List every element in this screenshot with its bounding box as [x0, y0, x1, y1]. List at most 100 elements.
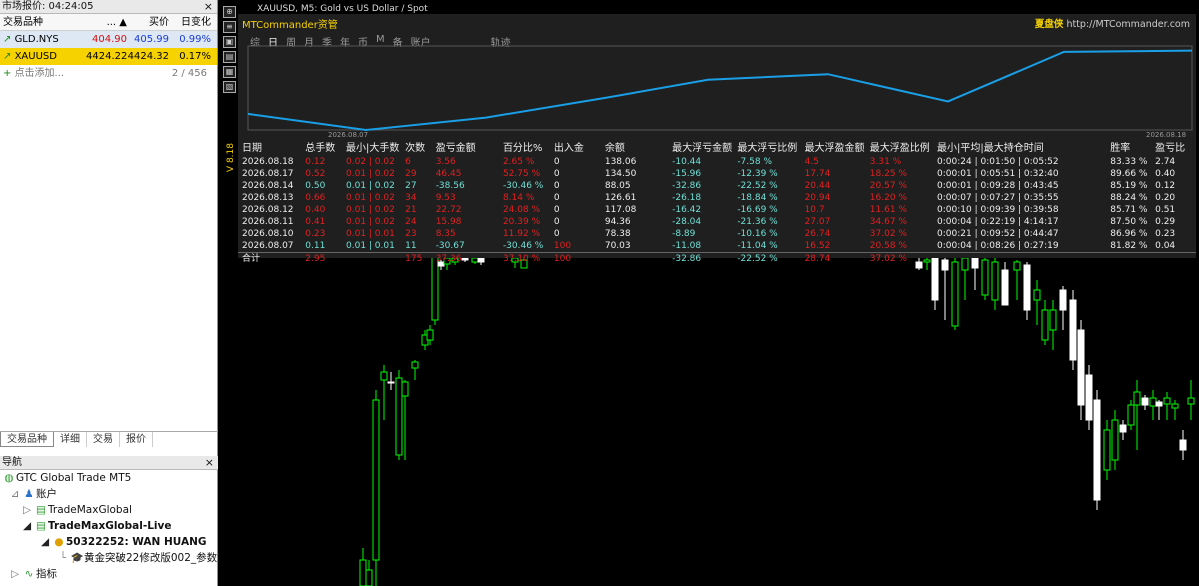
- nav-platform[interactable]: ◍ GTC Global Trade MT5: [0, 470, 218, 486]
- table-cell: 52.75 %: [502, 169, 541, 179]
- table-cell: 17.74: [804, 169, 831, 179]
- symbol-count: 2 / 456: [171, 68, 207, 79]
- table-cell: 22.72: [435, 205, 462, 215]
- table-cell: 83.33 %: [1110, 157, 1148, 167]
- col-header[interactable]: 总手数: [305, 142, 346, 156]
- table-row: 2026.08.17 0.52 0.01 | 0.02 29 46.45 52.75 % 0…: [238, 168, 1196, 180]
- table-cell: -30.46 %: [502, 241, 544, 251]
- candle-body: [380, 371, 388, 381]
- table-cell: 0:00:04 | 0:08:26 | 0:27:19: [937, 241, 1059, 251]
- table-cell: 2.65 %: [502, 157, 535, 167]
- close-icon[interactable]: ×: [205, 456, 214, 469]
- table-cell: -11.04 %: [737, 241, 778, 251]
- tab-details[interactable]: 详细: [54, 432, 87, 447]
- table-cell: -7.58 %: [737, 157, 773, 167]
- col-symbol[interactable]: 交易品种: [0, 14, 86, 30]
- col-header[interactable]: 最大浮亏金额: [672, 142, 737, 156]
- tab-trading[interactable]: 交易: [87, 432, 120, 447]
- candle-body: [1077, 329, 1085, 406]
- grid-icon[interactable]: ▦: [223, 66, 236, 78]
- table-header-row: 日期 总手数 最小|大手数 次数 盈亏金额 百分比% 出入金 余额 最大浮亏金额 最大浮亏比例 最大…: [238, 142, 1196, 156]
- table-cell: -12.39 %: [737, 169, 778, 179]
- col-header[interactable]: 日期: [238, 142, 305, 156]
- candle-body: [1069, 299, 1077, 361]
- quote-row-xauusd[interactable]: ↗ XAUUSD 4424.22 4424.32 0.17%: [0, 48, 217, 65]
- date-label-end: 2026.08.18: [1146, 131, 1187, 139]
- collapse-icon: ⊿: [10, 488, 20, 500]
- table-cell: 2026.08.18: [242, 157, 294, 167]
- nav-account-user[interactable]: ◢ ● 50322252: WAN HUANG: [0, 534, 218, 550]
- col-bid[interactable]: ... ▲: [86, 14, 127, 30]
- table-cell: 0.11: [305, 241, 326, 251]
- table-cell: 11: [405, 241, 417, 251]
- table-cell: 0: [553, 205, 560, 215]
- nav-server-trademaxglobal[interactable]: ▷ ▤ TradeMaxGlobal: [0, 502, 218, 518]
- tree-branch-icon: └: [59, 552, 67, 564]
- col-header[interactable]: 最小|平均|最大持仓时间: [937, 142, 1110, 156]
- table-cell: 85.71 %: [1110, 205, 1148, 215]
- table-cell: -32.86: [672, 181, 702, 191]
- col-ask[interactable]: 买价: [127, 14, 169, 30]
- nav-accounts[interactable]: ⊿ ♟ 账户: [0, 486, 218, 502]
- col-header[interactable]: 最小|大手数: [346, 142, 405, 156]
- table-cell: 0: [553, 229, 560, 239]
- table-row: 2026.08.10 0.23 0.01 | 0.01 23 8.35 11.92 % 0 7…: [238, 228, 1196, 240]
- total-cell: -22.52 %: [737, 252, 805, 265]
- col-change[interactable]: 日变化: [169, 14, 214, 30]
- total-cell: 2.95: [305, 252, 347, 265]
- table-cell: 46.45: [435, 169, 462, 179]
- total-cell: 28.74: [804, 252, 870, 265]
- quote-row-gld[interactable]: ↗ GLD.NYS 404.90 405.99 0.99%: [0, 31, 217, 48]
- table-cell: -26.18: [672, 193, 702, 203]
- change-cell: 0.17%: [179, 51, 211, 62]
- table-cell: -10.16 %: [737, 229, 778, 239]
- col-header[interactable]: 最大浮盈金额: [805, 142, 870, 156]
- table-cell: 20.58 %: [869, 241, 907, 251]
- menu-icon[interactable]: ≡: [223, 21, 236, 33]
- nav-indicators[interactable]: ▷ ∿ 指标: [0, 566, 218, 582]
- add-symbol-row[interactable]: + 点击添加... 2 / 456: [0, 65, 217, 82]
- col-header[interactable]: 出入金: [554, 142, 605, 156]
- candle-body: [1023, 264, 1031, 311]
- market-watch-title-text: 市场报价: 04:24:05: [2, 1, 94, 12]
- col-header[interactable]: 次数: [405, 142, 436, 156]
- ask-cell: 4424.32: [127, 51, 169, 62]
- total-cell: [346, 252, 406, 265]
- total-cell: [1110, 252, 1156, 265]
- nav-expert-advisor[interactable]: └ 🎓黄金突破22修改版002_参数增: [0, 550, 228, 566]
- arrow-up-icon: ↗: [3, 51, 15, 62]
- col-header[interactable]: 盈亏比: [1155, 142, 1196, 156]
- table-cell: 0.01 | 0.02: [346, 181, 395, 191]
- layers-icon[interactable]: ▧: [223, 81, 236, 93]
- total-cell: 37.02 %: [869, 252, 938, 265]
- window-icon[interactable]: ▣: [223, 36, 236, 48]
- candle-body: [1049, 309, 1057, 331]
- total-cell: 175: [405, 252, 436, 265]
- candle-body: [991, 261, 999, 301]
- tab-symbols[interactable]: 交易品种: [0, 432, 54, 447]
- col-header[interactable]: 余额: [605, 142, 672, 156]
- table-cell: 0.66: [305, 193, 326, 203]
- col-header[interactable]: 最大浮盈比例: [870, 142, 937, 156]
- candle-body: [395, 377, 403, 456]
- close-icon[interactable]: ×: [204, 0, 213, 13]
- table-cell: -21.36 %: [737, 217, 778, 227]
- symbol-cell: ↗ XAUUSD: [3, 51, 57, 62]
- ask-cell: 405.99: [134, 34, 169, 45]
- version-tab[interactable]: V 8.18: [226, 143, 236, 172]
- col-header[interactable]: 盈亏金额: [436, 142, 503, 156]
- table-cell: 0.01 | 0.02: [346, 169, 395, 179]
- nav-server-live[interactable]: ◢ ▤ TradeMaxGlobal-Live: [0, 518, 218, 534]
- candle-body: [1103, 429, 1111, 471]
- tab-ticks[interactable]: 报价: [120, 432, 153, 447]
- table-row: 2026.08.07 0.11 0.01 | 0.01 11 -30.67 -30.46 …: [238, 240, 1196, 253]
- total-cell: 37.10 %: [502, 252, 554, 265]
- col-header[interactable]: 百分比%: [503, 142, 554, 156]
- col-header[interactable]: 胜率: [1110, 142, 1155, 156]
- list-icon[interactable]: ▤: [223, 51, 236, 63]
- table-cell: -8.89: [672, 229, 696, 239]
- crosshair-icon[interactable]: ⊕: [223, 6, 236, 18]
- col-header[interactable]: 最大浮亏比例: [737, 142, 804, 156]
- table-cell: 8.14 %: [502, 193, 535, 203]
- table-cell: 0:00:21 | 0:09:52 | 0:44:47: [937, 229, 1059, 239]
